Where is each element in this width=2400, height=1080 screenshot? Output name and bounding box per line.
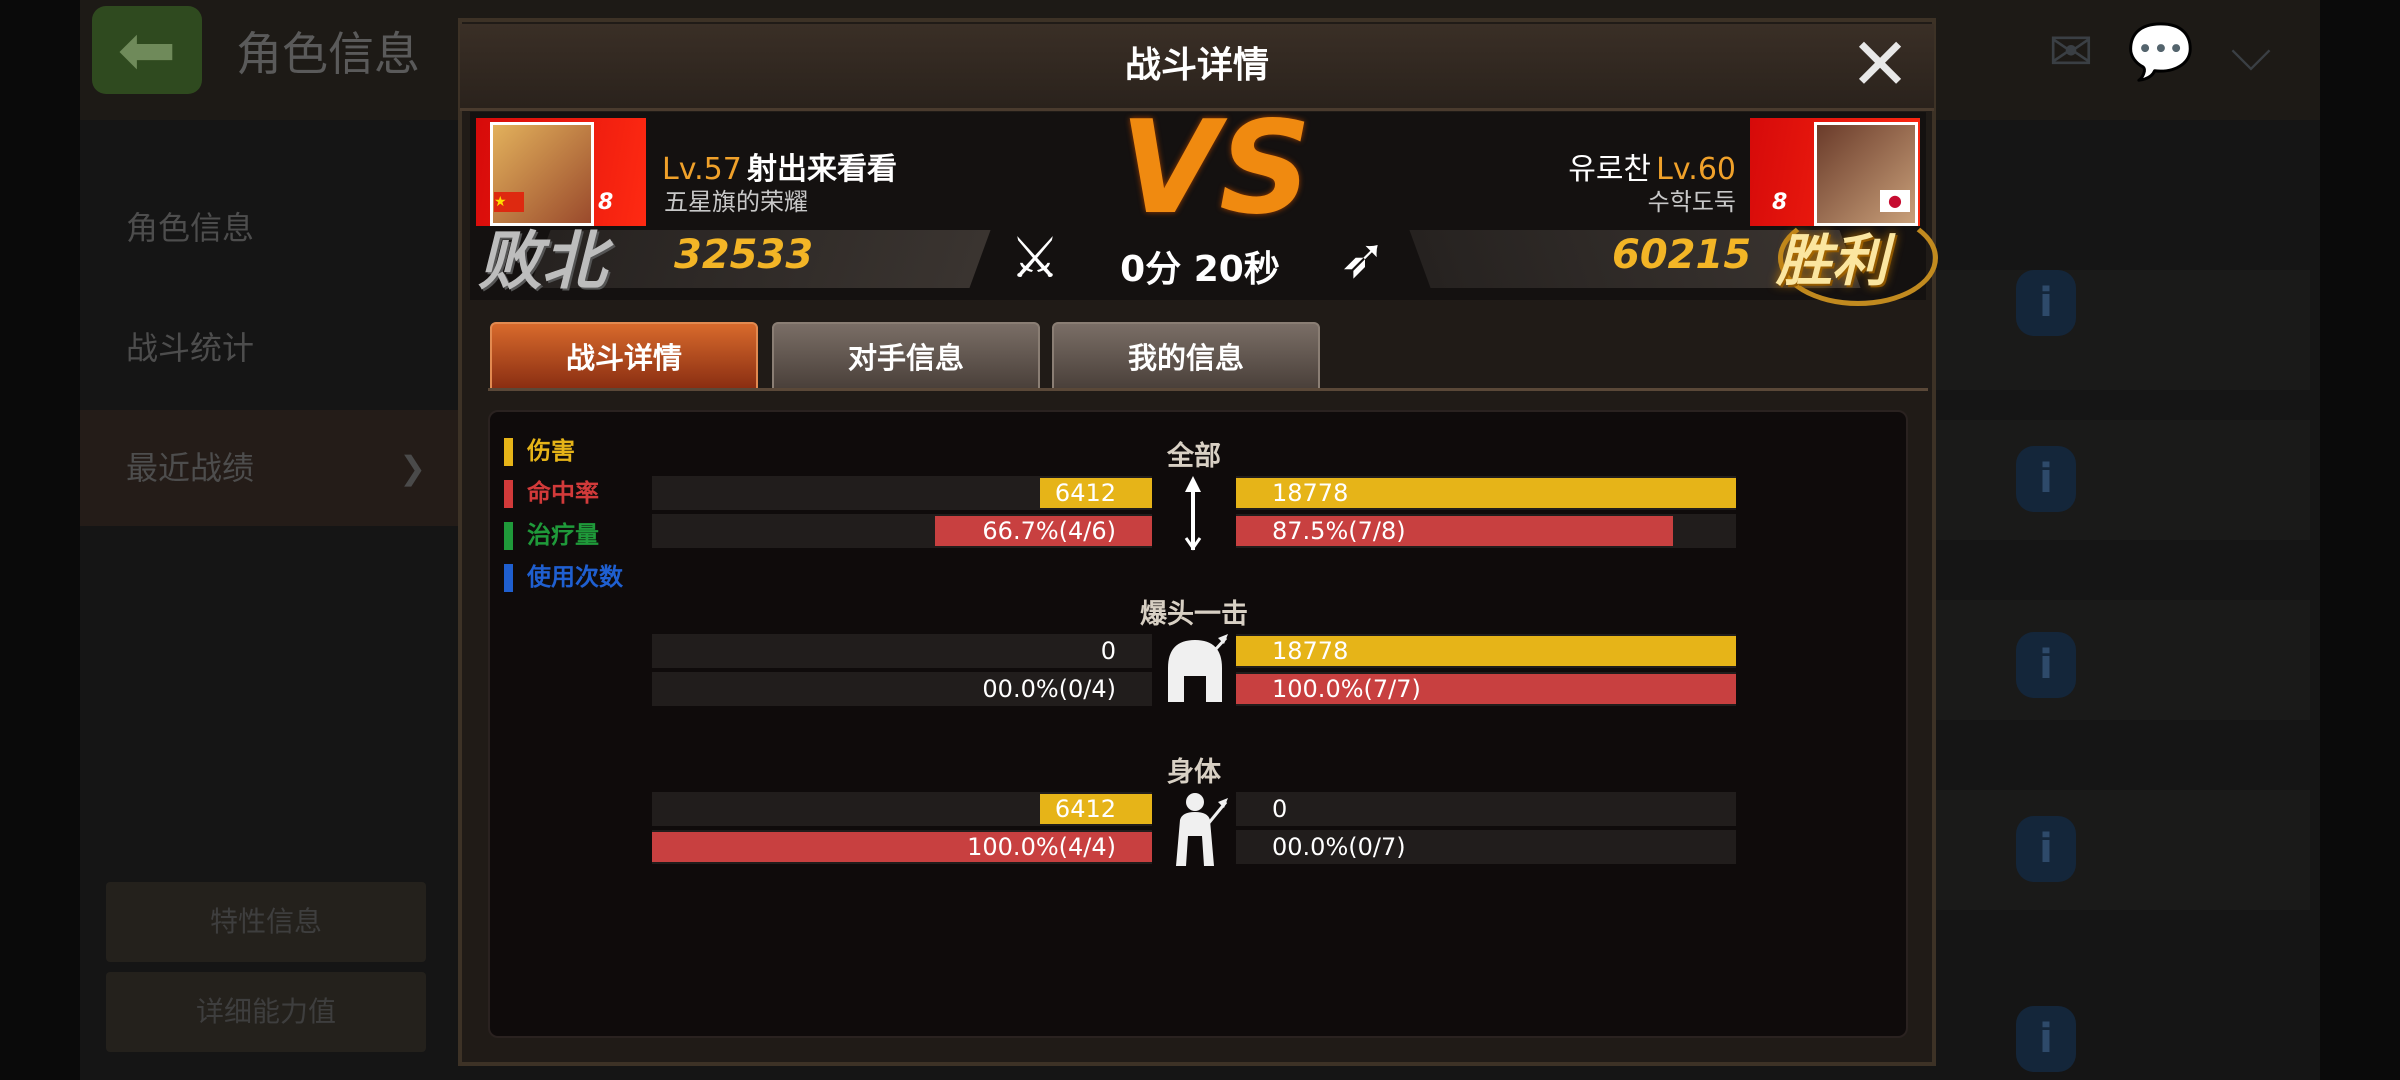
- right-damage-bar: 0: [1236, 792, 1736, 826]
- legend-hit-rate: 命中率: [504, 476, 599, 510]
- collapse-icon[interactable]: ⌵: [2216, 24, 2286, 80]
- battle-time: 0分 20秒: [1120, 249, 1280, 290]
- left-damage-value: 6412: [1054, 479, 1116, 507]
- section-title-body: 身体: [1167, 757, 1221, 788]
- close-button[interactable]: ✕: [1846, 28, 1914, 100]
- sidebar: 角色信息 战斗统计 最近战绩 ❯ 特性信息 详细能力值: [80, 170, 460, 1080]
- left-player-score: 32533: [674, 232, 814, 278]
- page-title: 角色信息: [236, 27, 420, 81]
- back-arrow-icon: ⬅: [117, 9, 177, 91]
- info-button[interactable]: i: [2016, 446, 2076, 512]
- helmet-icon: [1160, 632, 1230, 712]
- record-row: [1900, 270, 2310, 390]
- left-damage-bar: 6412: [652, 792, 1152, 826]
- left-hit-value: 00.0%(0/4): [982, 675, 1116, 703]
- left-damage-bar: 6412: [652, 476, 1152, 510]
- legend-damage: 伤害: [504, 434, 575, 468]
- victory-label: 胜利: [1776, 229, 1888, 294]
- tab-battle-detail[interactable]: 战斗详情: [490, 322, 758, 390]
- sidebar-item-recent-records[interactable]: 最近战绩 ❯: [80, 410, 460, 526]
- left-damage-bar: 0: [652, 634, 1152, 668]
- legend-usage-count: 使用次数: [504, 560, 623, 594]
- left-hit-bar: 100.0%(4/4): [652, 830, 1152, 864]
- left-hit-bar: 66.7%(4/6): [652, 514, 1152, 548]
- info-button[interactable]: i: [2016, 270, 2076, 336]
- left-player-guild: 五星旗的荣耀: [664, 188, 808, 216]
- left-hit-bar: 00.0%(0/4): [652, 672, 1152, 706]
- right-damage-bar: 18778: [1236, 634, 1736, 668]
- info-button[interactable]: i: [2016, 1006, 2076, 1072]
- right-damage-value: 18778: [1272, 637, 1349, 665]
- right-damage-bar: 18778: [1236, 476, 1736, 510]
- right-damage-value: 0: [1272, 795, 1288, 823]
- china-flag-icon: ★: [494, 192, 524, 212]
- tab-my-info[interactable]: 我的信息: [1052, 322, 1320, 390]
- detailed-stats-button[interactable]: 详细能力值: [106, 972, 426, 1052]
- arrow-icon: [1158, 476, 1228, 556]
- close-icon: ✕: [1849, 22, 1911, 106]
- broken-bow-icon: ⚔: [1009, 226, 1061, 291]
- sidebar-item-battle-stats[interactable]: 战斗统计: [80, 290, 460, 406]
- trait-info-button[interactable]: 特性信息: [106, 882, 426, 962]
- korea-flag-icon: ●: [1880, 190, 1910, 212]
- left-damage-value: 6412: [1054, 795, 1116, 823]
- legend-swatch: [504, 522, 513, 550]
- chat-icon[interactable]: 💬: [2126, 24, 2196, 80]
- right-player-score: 60215: [1612, 232, 1752, 278]
- right-player-guild: 수학도둑: [1647, 188, 1736, 216]
- right-hit-value: 87.5%(7/8): [1272, 517, 1406, 545]
- right-hit-value: 00.0%(0/7): [1272, 833, 1406, 861]
- right-hit-bar: 100.0%(7/7): [1236, 672, 1736, 706]
- record-row: [1900, 600, 2310, 720]
- legend-swatch: [504, 438, 513, 466]
- info-button[interactable]: i: [2016, 632, 2076, 698]
- right-hit-value: 100.0%(7/7): [1272, 675, 1421, 703]
- back-button[interactable]: ⬅: [92, 6, 202, 94]
- right-hit-bar: 87.5%(7/8): [1236, 514, 1736, 548]
- record-row: [1900, 790, 2310, 910]
- legend-swatch: [504, 564, 513, 592]
- defeat-label: 败北: [478, 225, 606, 299]
- left-hit-value: 66.7%(4/6): [982, 517, 1116, 545]
- tab-opponent-info[interactable]: 对手信息: [772, 322, 1040, 390]
- right-damage-value: 18778: [1272, 479, 1349, 507]
- section-title-all: 全部: [1167, 441, 1221, 472]
- left-damage-value: 0: [1100, 637, 1116, 665]
- right-hit-bar: 00.0%(0/7): [1236, 830, 1736, 864]
- mail-icon[interactable]: ✉: [2036, 24, 2106, 80]
- legend-swatch: [504, 480, 513, 508]
- chevron-right-icon: ❯: [399, 449, 426, 487]
- tab-divider: [488, 388, 1928, 391]
- bow-icon: ➶: [1339, 226, 1387, 291]
- left-hit-value: 100.0%(4/4): [967, 833, 1116, 861]
- sidebar-item-label: 最近战绩: [126, 449, 255, 487]
- sidebar-item-character-info[interactable]: 角色信息: [80, 170, 460, 286]
- info-button[interactable]: i: [2016, 816, 2076, 882]
- section-title-headshot: 爆头一击: [1140, 599, 1248, 630]
- record-row: [1900, 420, 2310, 540]
- legend-healing: 治疗量: [504, 518, 599, 552]
- vs-logo: VS: [1120, 94, 1312, 243]
- body-icon: [1160, 790, 1230, 870]
